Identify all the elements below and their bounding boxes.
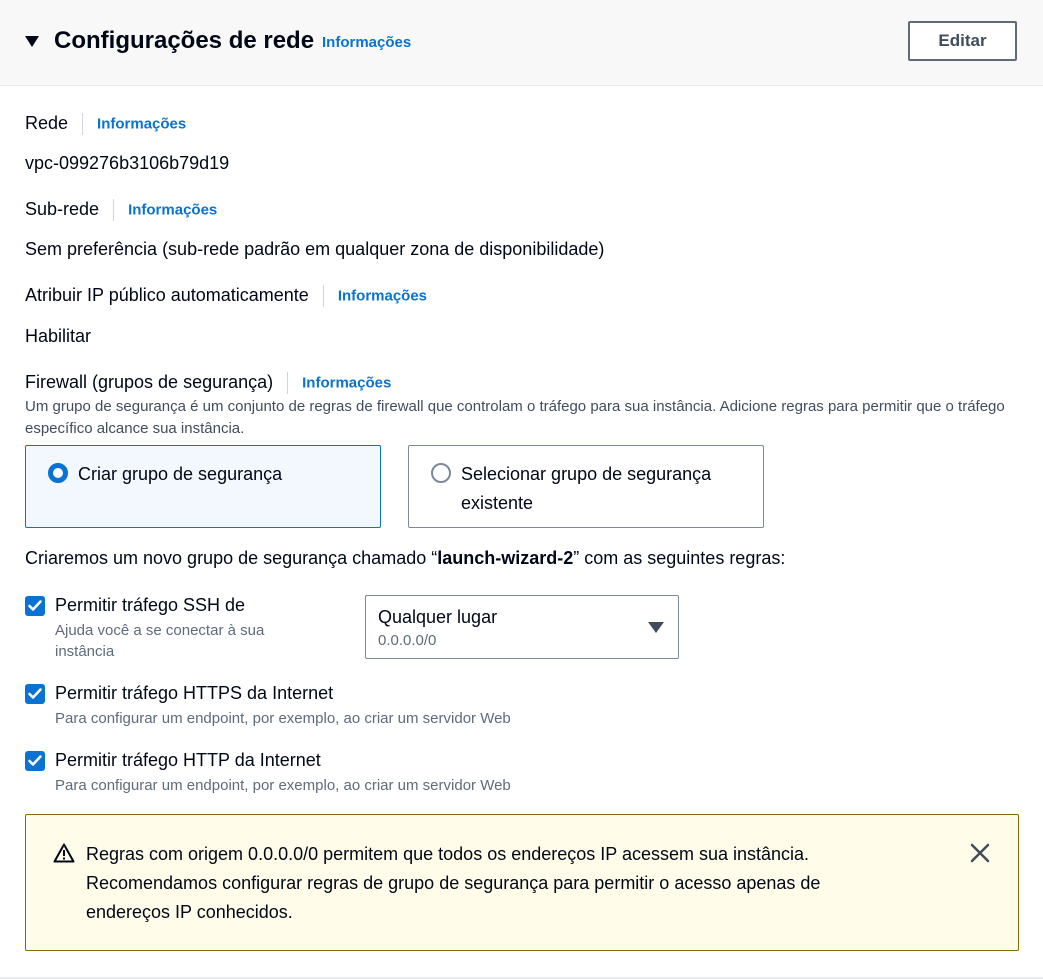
network-label: Rede — [25, 113, 69, 133]
page-title: Configurações de rede — [54, 27, 315, 54]
edit-button[interactable]: Editar — [908, 21, 1017, 61]
http-label: Permitir tráfego HTTP da Internet — [55, 750, 321, 770]
divider — [113, 199, 115, 222]
subnet-label-row: Sub-rede Informações — [25, 197, 217, 222]
warning-alert: Regras com origem 0.0.0.0/0 permitem que… — [25, 814, 1019, 951]
select-existing-security-group-label: Selecionar grupo de segurança existente — [461, 464, 712, 513]
dropdown-caret-icon — [648, 622, 664, 633]
radio-selected-icon[interactable] — [48, 463, 68, 483]
network-label-row: Rede Informações — [25, 111, 186, 136]
ssh-source-select[interactable]: Qualquer lugar 0.0.0.0/0 — [365, 595, 679, 659]
firewall-info-link[interactable]: Informações — [302, 374, 391, 391]
https-checkbox[interactable] — [25, 684, 45, 704]
rules-intro-prefix: Criaremos um novo grupo de segurança cha… — [25, 548, 438, 568]
subnet-value: Sem preferência (sub-rede padrão em qual… — [25, 239, 605, 259]
create-security-group-tile[interactable]: Criar grupo de segurança — [25, 445, 381, 528]
rules-intro-suffix: ” com as seguintes regras: — [573, 548, 786, 568]
https-label: Permitir tráfego HTTPS da Internet — [55, 683, 334, 703]
warning-text: Regras com origem 0.0.0.0/0 permitem que… — [86, 844, 821, 922]
http-checkbox[interactable] — [25, 751, 45, 771]
select-existing-security-group-tile[interactable]: Selecionar grupo de segurança existente — [408, 445, 764, 528]
close-icon[interactable] — [969, 842, 991, 864]
subnet-info-link[interactable]: Informações — [128, 201, 217, 218]
firewall-label-row: Firewall (grupos de segurança) Informaçõe… — [25, 370, 391, 395]
security-group-name: launch-wizard-2 — [437, 548, 574, 568]
public-ip-label-row: Atribuir IP público automaticamente Infor… — [25, 283, 427, 308]
rules-intro: Criaremos um novo grupo de segurança cha… — [25, 546, 785, 570]
divider — [82, 113, 84, 136]
firewall-description: Um grupo de segurança é um conjunto de r… — [25, 398, 1005, 437]
firewall-label: Firewall (grupos de segurança) — [25, 372, 274, 392]
checkmark-icon — [28, 600, 42, 611]
checkmark-icon — [28, 688, 42, 699]
ssh-source-cidr: 0.0.0.0/0 — [378, 632, 437, 649]
public-ip-info-link[interactable]: Informações — [338, 287, 427, 304]
network-info-link[interactable]: Informações — [97, 115, 186, 132]
http-description: Para configurar um endpoint, por exemplo… — [55, 777, 511, 794]
network-settings-panel: Configurações de rede Informações Editar… — [0, 0, 1043, 979]
radio-unselected-icon[interactable] — [431, 463, 451, 483]
public-ip-value: Habilitar — [25, 326, 92, 346]
ssh-source-selected: Qualquer lugar — [378, 607, 498, 627]
subnet-label: Sub-rede — [25, 199, 100, 219]
header-info-link[interactable]: Informações — [322, 34, 411, 51]
divider — [287, 372, 289, 395]
warning-icon — [53, 843, 75, 863]
divider — [322, 285, 324, 308]
panel-header: Configurações de rede Informações Editar — [0, 0, 1043, 86]
collapse-caret-icon[interactable] — [25, 36, 39, 47]
network-value: vpc-099276b3106b79d19 — [25, 153, 230, 173]
ssh-label: Permitir tráfego SSH de — [55, 595, 246, 615]
ssh-description: Ajuda você a se conectar à sua instância — [55, 622, 265, 660]
checkmark-icon — [28, 755, 42, 766]
https-description: Para configurar um endpoint, por exemplo… — [55, 710, 511, 727]
public-ip-label: Atribuir IP público automaticamente — [25, 285, 309, 305]
ssh-checkbox[interactable] — [25, 596, 45, 616]
create-security-group-label: Criar grupo de segurança — [78, 464, 283, 484]
